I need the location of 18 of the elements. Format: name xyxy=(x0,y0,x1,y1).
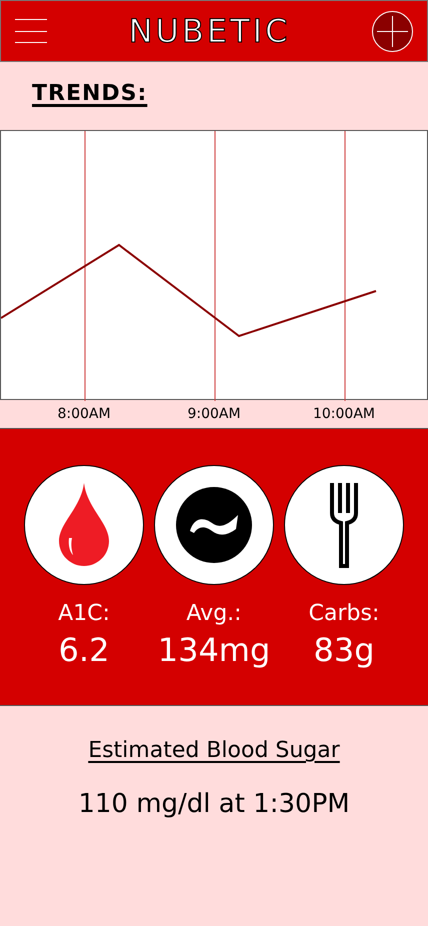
estimate-heading: Estimated Blood Sugar xyxy=(88,737,340,765)
stat-label: Carbs: xyxy=(308,600,380,628)
section-heading: TRENDS: xyxy=(32,80,148,108)
app-title: NUBETIC xyxy=(128,11,290,52)
blood-drop-icon xyxy=(59,483,109,567)
stat-label: Avg.: xyxy=(186,600,242,628)
time-label: 9:00AM xyxy=(187,405,241,424)
add-icon[interactable] xyxy=(372,10,413,52)
stat-value: 6.2 xyxy=(58,630,110,670)
wave-icon xyxy=(176,487,252,563)
stat-value: 83g xyxy=(313,630,375,670)
time-label: 10:00AM xyxy=(313,405,375,424)
fork-icon xyxy=(329,482,359,568)
stat-value: 134mg xyxy=(158,630,270,670)
stat-label: A1C: xyxy=(58,600,110,628)
menu-icon[interactable] xyxy=(15,18,47,44)
estimate-value: 110 mg/dl at 1:30PM xyxy=(78,788,350,821)
time-label: 8:00AM xyxy=(57,405,111,424)
